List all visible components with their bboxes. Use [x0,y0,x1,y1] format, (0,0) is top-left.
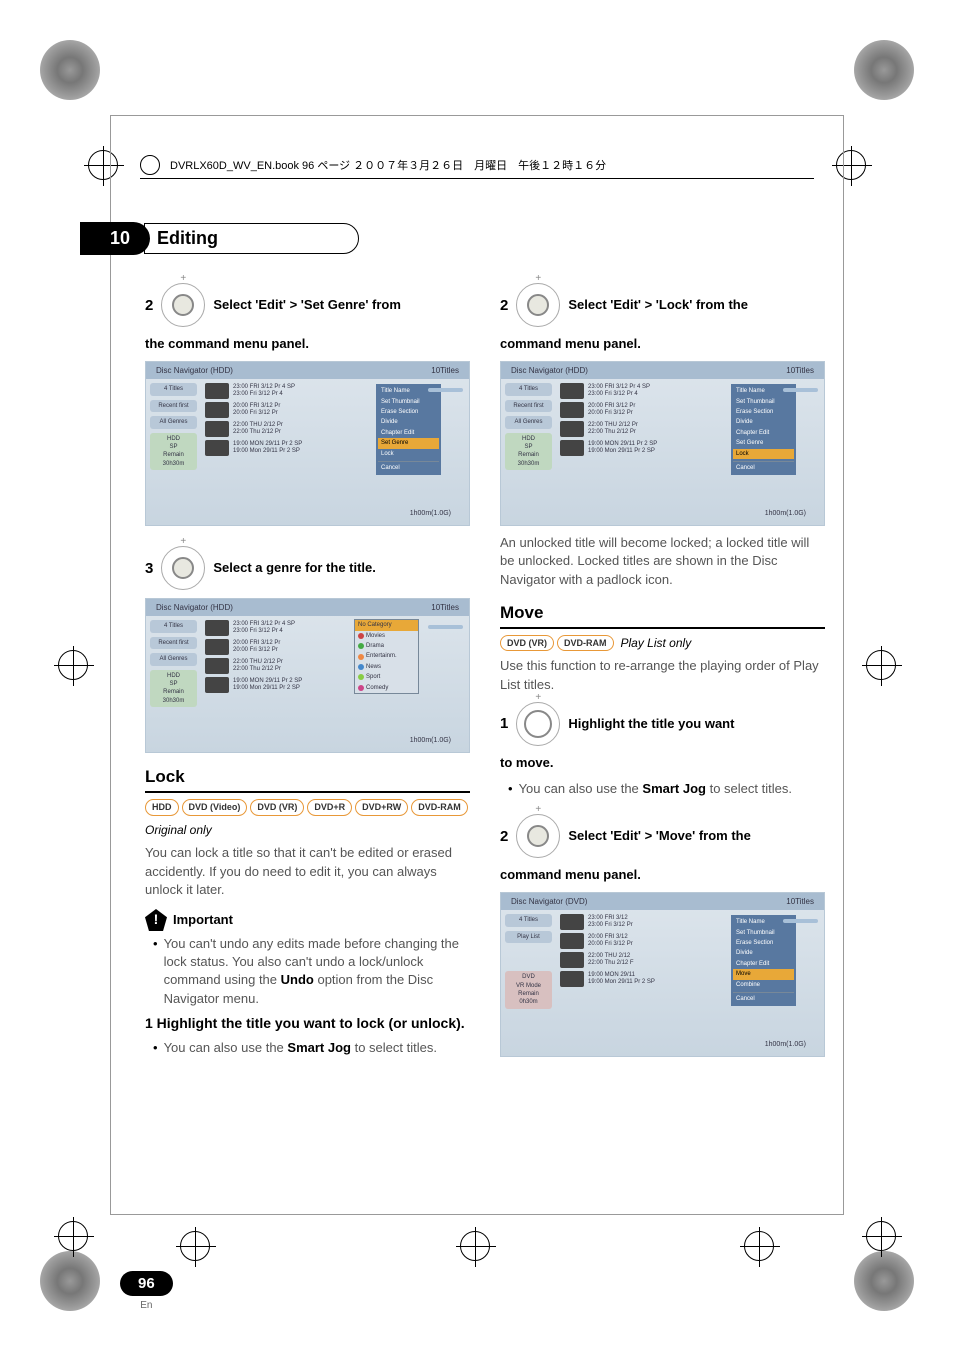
crop-mark-icon [866,1221,896,1251]
ss-context-menu: Title Name Set Thumbnail Erase Section D… [731,915,796,1006]
crop-mark-icon [58,1221,88,1251]
ss-context-menu: Title Name Set Thumbnail Erase Section D… [376,384,441,475]
file-header: DVRLX60D_WV_EN.book 96 ページ ２００７年３月２６日 月曜… [140,155,814,179]
step-text: Select a genre for the title. [213,559,376,577]
disc-badge: DVD-RAM [411,799,468,816]
step-number: 3 [145,558,153,579]
warning-icon: ! [145,909,167,931]
disc-badges: HDD DVD (Video) DVD (VR) DVD+R DVD+RW DV… [145,799,470,816]
ss-context-menu: Title Name Set Thumbnail Erase Section D… [731,384,796,475]
original-only-note: Original only [145,822,470,839]
chapter-number: 10 [80,222,150,255]
chapter-title: Editing [144,223,359,254]
unlocked-body: An unlocked title will become locked; a … [500,534,825,589]
enter-button-icon [161,283,205,327]
crop-mark-icon [866,650,896,680]
page-language: En [120,1300,173,1311]
step-number: 2 [145,295,153,316]
disc-badge: DVD+R [307,799,352,816]
left-column: 2 Select 'Edit' > 'Set Genre' from the c… [145,275,470,1065]
disc-navigator-screenshot: Disc Navigator (HDD) 10Titles 4 Titles R… [145,361,470,526]
disc-badge: DVD-RAM [557,635,614,652]
important-heading: ! Important [145,909,470,931]
ss-title: Disc Navigator (HDD) [156,365,233,376]
corner-decoration [40,1251,100,1311]
step-text: Select 'Edit' > 'Lock' from the [568,296,748,314]
direction-pad-icon [516,702,560,746]
playlist-only-note: Play List only [621,635,692,652]
disc-navigator-screenshot: Disc Navigator (HDD) 10Titles 4 Titles R… [145,598,470,753]
disc-navigator-dvd-screenshot: Disc Navigator (DVD)10Titles 4 Titles Pl… [500,892,825,1057]
page-number-badge: 96 En [120,1271,173,1311]
header-file-text: DVRLX60D_WV_EN.book 96 ページ ２００７年３月２６日 月曜… [170,157,606,173]
step-text: Highlight the title you want [568,715,734,733]
ss-sidebar-item: 4 Titles [150,383,197,395]
section-title-lock: Lock [145,765,470,793]
step-instruction: 1 Highlight the title you want to lock (… [145,1014,470,1034]
corner-decoration [40,40,100,100]
step-text: Select 'Edit' > 'Set Genre' from [213,296,401,314]
book-icon [140,155,160,175]
chapter-badge: 10 Editing [80,222,359,255]
corner-decoration [854,40,914,100]
ss-footer: 1h00m(1.0G) [410,509,451,519]
disc-badges: DVD (VR) DVD-RAM Play List only [500,635,825,652]
crop-mark-icon [180,1231,210,1261]
disc-badge: HDD [145,799,179,816]
step-number: 2 [500,295,508,316]
crop-mark-icon [460,1231,490,1261]
bullet-text: You can also use the Smart Jog to select… [508,780,825,798]
enter-button-icon [516,283,560,327]
disc-badge: DVD+RW [355,799,408,816]
page-number: 96 [120,1271,173,1296]
enter-button-icon [161,546,205,590]
step-continuation: to move. [500,754,825,772]
ss-sidebar-item: All Genres [150,416,197,428]
corner-decoration [854,1251,914,1311]
disc-badge: DVD (VR) [250,799,304,816]
section-title-move: Move [500,601,825,629]
disc-badge: DVD (VR) [500,635,554,652]
bullet-text: You can't undo any edits made before cha… [153,935,470,1008]
bullet-text: You can also use the Smart Jog to select… [153,1039,470,1057]
ss-count: 10Titles [431,365,459,376]
enter-button-icon [516,814,560,858]
step-continuation: the command menu panel. [145,335,470,353]
step-text: Select 'Edit' > 'Move' from the [568,827,751,845]
disc-badge: DVD (Video) [182,799,248,816]
move-body: Use this function to re-arrange the play… [500,657,825,693]
step-continuation: command menu panel. [500,866,825,884]
disc-navigator-screenshot: Disc Navigator (HDD)10Titles 4 Titles Re… [500,361,825,526]
step-number: 1 [500,713,508,734]
ss-sidebar-item: Recent first [150,400,197,412]
crop-mark-icon [58,650,88,680]
step-number: 2 [500,826,508,847]
crop-mark-icon [744,1231,774,1261]
ss-sidebar-hdd: HDDSP Remain30h30m [150,433,197,471]
ss-genre-menu: No Category Movies Drama Entertainm. New… [354,619,419,694]
lock-body: You can lock a title so that it can't be… [145,844,470,899]
step-continuation: command menu panel. [500,335,825,353]
right-column: 2 Select 'Edit' > 'Lock' from the comman… [500,275,825,1065]
